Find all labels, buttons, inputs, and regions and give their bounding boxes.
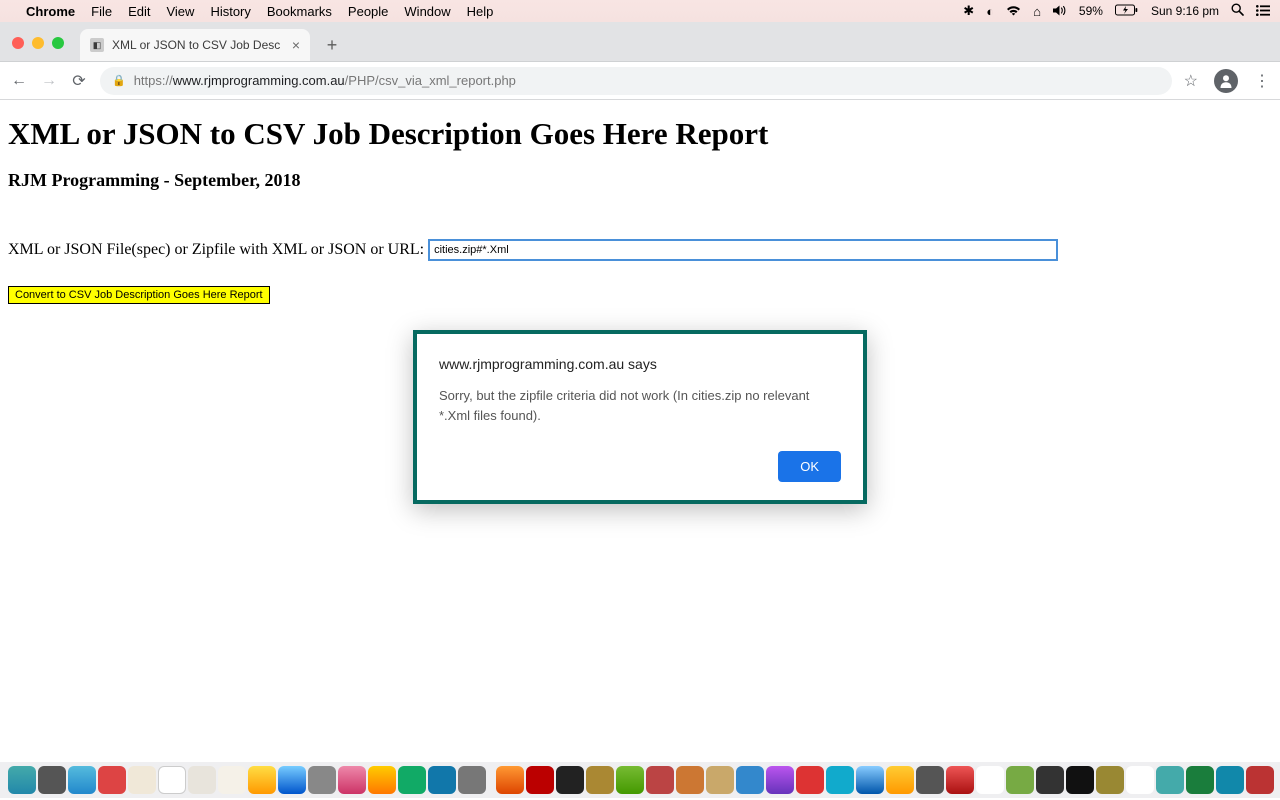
browser-tab[interactable]: ◧ XML or JSON to CSV Job Desc × [80,29,310,61]
url-host: www.rjmprogramming.com.au [173,73,345,88]
dock-app[interactable] [248,766,276,794]
macos-menubar: Chrome File Edit View History Bookmarks … [0,0,1280,22]
menu-file[interactable]: File [91,4,112,19]
menubar-clock[interactable]: Sun 9:16 pm [1151,4,1219,18]
menu-people[interactable]: People [348,4,388,19]
dock-app-ibooks[interactable] [368,766,396,794]
dock-app[interactable] [1066,766,1094,794]
dock-app[interactable] [856,766,884,794]
convert-button[interactable]: Convert to CSV Job Description Goes Here… [8,286,270,304]
battery-percent: 59% [1079,4,1103,18]
dock-app[interactable] [616,766,644,794]
dock-app[interactable] [98,766,126,794]
window-controls [12,37,64,49]
dock-app[interactable] [278,766,306,794]
dock-app[interactable] [1006,766,1034,794]
dock-app[interactable] [458,766,486,794]
bookmark-star-icon[interactable]: ☆ [1184,71,1198,91]
dock-app[interactable] [586,766,614,794]
battery-charging-icon [1115,4,1139,19]
forward-button: → [40,72,58,90]
dock-app[interactable] [706,766,734,794]
dock-app[interactable] [1156,766,1184,794]
macos-dock [0,762,1280,798]
status-icon[interactable]: ✱ [963,3,974,19]
dock-app-excel[interactable] [1186,766,1214,794]
dock-app[interactable] [886,766,914,794]
dock-app[interactable] [766,766,794,794]
dock-app[interactable] [946,766,974,794]
dock-app-finder[interactable] [8,766,36,794]
spotlight-icon[interactable] [1231,3,1244,19]
dock-app[interactable] [188,766,216,794]
dock-app[interactable] [218,766,246,794]
new-tab-button[interactable]: + [318,31,346,59]
window-minimize-button[interactable] [32,37,44,49]
tab-favicon: ◧ [90,38,104,52]
dock-app[interactable] [1246,766,1274,794]
dock-app-filezilla[interactable] [526,766,554,794]
tab-title: XML or JSON to CSV Job Desc [112,38,280,52]
file-url-input[interactable] [428,239,1058,261]
dock-app-safari[interactable] [68,766,96,794]
tab-close-icon[interactable]: × [292,37,300,53]
menu-window[interactable]: Window [404,4,450,19]
dock-app[interactable] [826,766,854,794]
window-close-button[interactable] [12,37,24,49]
dock-app[interactable] [646,766,674,794]
dock-app[interactable] [128,766,156,794]
dock-app[interactable] [38,766,66,794]
dock-app-calendar[interactable] [158,766,186,794]
menu-edit[interactable]: Edit [128,4,150,19]
reload-button[interactable]: ⟳ [70,71,88,91]
menu-bookmarks[interactable]: Bookmarks [267,4,332,19]
chrome-menu-icon[interactable]: ⋮ [1254,71,1270,91]
chrome-toolbar: ← → ⟳ 🔒 https://www.rjmprogramming.com.a… [0,62,1280,100]
chrome-tab-strip: ◧ XML or JSON to CSV Job Desc × + [0,22,1280,62]
page-subtitle: RJM Programming - September, 2018 [8,170,1272,191]
alert-message: Sorry, but the zipfile criteria did not … [439,386,841,425]
dock-app[interactable] [1216,766,1244,794]
menu-help[interactable]: Help [467,4,494,19]
url-path: /PHP/csv_via_xml_report.php [345,73,516,88]
address-bar[interactable]: 🔒 https://www.rjmprogramming.com.au/PHP/… [100,67,1172,95]
alert-title: www.rjmprogramming.com.au says [439,356,841,372]
menubar-app-name[interactable]: Chrome [26,4,75,19]
lock-icon[interactable]: 🔒 [112,74,126,87]
volume-icon[interactable] [1053,4,1067,19]
profile-avatar-icon[interactable] [1214,69,1238,93]
dock-app-terminal[interactable] [556,766,584,794]
alert-ok-button[interactable]: OK [778,451,841,482]
dock-app-firefox[interactable] [496,766,524,794]
page-title: XML or JSON to CSV Job Description Goes … [8,116,1272,152]
dock-app-appstore[interactable] [428,766,456,794]
javascript-alert-dialog: www.rjmprogramming.com.au says Sorry, bu… [413,330,867,504]
dock-app[interactable] [916,766,944,794]
dock-app[interactable] [796,766,824,794]
dock-app[interactable] [736,766,764,794]
menu-history[interactable]: History [210,4,250,19]
dock-app[interactable] [1036,766,1064,794]
file-input-label: XML or JSON File(spec) or Zipfile with X… [8,241,424,259]
url-scheme: https:// [134,73,173,88]
window-zoom-button[interactable] [52,37,64,49]
dock-app[interactable] [976,766,1004,794]
dock-app[interactable] [1096,766,1124,794]
dock-app-chrome[interactable] [1126,766,1154,794]
menu-view[interactable]: View [166,4,194,19]
menu-list-icon[interactable] [1256,4,1270,19]
back-button[interactable]: ← [10,72,28,90]
airplay-icon[interactable]: ⌂ [1033,4,1041,19]
page-content: XML or JSON to CSV Job Description Goes … [0,100,1280,314]
dock-app[interactable] [308,766,336,794]
dock-app-itunes[interactable] [338,766,366,794]
dock-app[interactable] [398,766,426,794]
wifi-icon[interactable] [1006,4,1021,19]
status-icon[interactable]: ◐ [986,4,994,19]
dock-app[interactable] [676,766,704,794]
